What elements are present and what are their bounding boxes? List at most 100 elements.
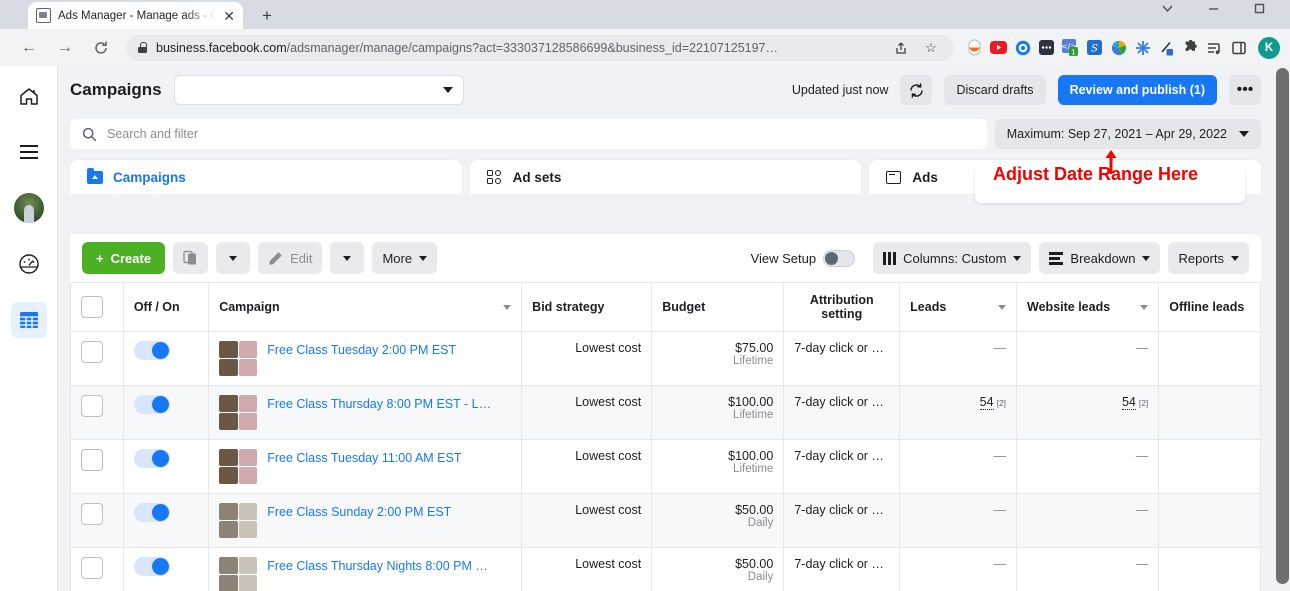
campaign-on-off-toggle[interactable] [133, 395, 170, 414]
circle-extension-icon[interactable] [1012, 37, 1033, 58]
table-row[interactable]: Free Class Tuesday 11:00 AM EST Lowest c… [70, 439, 1261, 494]
asterisk-extension-icon[interactable] [1132, 37, 1153, 58]
dark-dots-extension-icon[interactable] [1036, 37, 1057, 58]
window-minimize-button[interactable] [1190, 0, 1236, 22]
view-setup-toggle[interactable]: View Setup [741, 242, 866, 274]
search-input[interactable]: Search and filter [70, 119, 987, 149]
back-icon[interactable]: ← [14, 33, 44, 63]
campaign-on-off-toggle[interactable] [133, 449, 170, 468]
breakdown-button[interactable]: Breakdown [1039, 242, 1161, 274]
tab-campaigns[interactable]: Campaigns [70, 160, 462, 194]
edit-dropdown-button[interactable] [330, 242, 365, 274]
row-toggle-cell[interactable] [122, 439, 210, 494]
row-checkbox-cell[interactable] [70, 331, 124, 386]
browser-tab-active[interactable]: Ads Manager - Manage ads - Ca ✕ [28, 2, 243, 29]
review-and-publish-button[interactable]: Review and publish (1) [1057, 75, 1217, 105]
color-wheel-extension-icon[interactable] [1108, 37, 1129, 58]
code-extension-icon[interactable]: </> 1 [1060, 37, 1081, 58]
budget-amount: $100.00 [728, 449, 774, 463]
puzzle-extension-icon[interactable] [1180, 37, 1201, 58]
pen-extension-icon[interactable] [1156, 37, 1177, 58]
row-checkbox[interactable] [81, 557, 103, 579]
budget-amount: $75.00 [735, 341, 774, 355]
tab-adsets[interactable]: Ad sets [469, 160, 862, 194]
campaign-name-link[interactable]: Free Class Tuesday 11:00 AM EST [267, 449, 511, 467]
campaign-name-link[interactable]: Free Class Thursday 8:00 PM EST - L… [267, 395, 511, 413]
select-all-header[interactable] [70, 282, 124, 332]
row-checkbox[interactable] [81, 449, 103, 471]
row-checkbox-cell[interactable] [70, 439, 124, 494]
select-all-checkbox[interactable] [81, 296, 103, 318]
more-options-button[interactable]: ••• [1229, 75, 1261, 105]
page-header: Campaigns Updated just now Discard draft… [58, 66, 1275, 114]
sidebar-item-home[interactable] [11, 78, 47, 114]
row-attribution-cell: 7-day click or … [783, 385, 901, 440]
sidebar-item-menu[interactable] [11, 134, 47, 170]
refresh-icon[interactable] [900, 75, 933, 105]
pill-extension-icon[interactable] [964, 37, 985, 58]
reload-icon[interactable] [86, 33, 116, 63]
youtube-extension-icon[interactable] [988, 37, 1009, 58]
window-maximize-button[interactable] [1236, 0, 1282, 22]
campaign-name-link[interactable]: Free Class Thursday Nights 8:00 PM … [267, 557, 511, 575]
row-bid-cell: Lowest cost [521, 439, 653, 494]
forward-icon[interactable]: → [50, 33, 80, 63]
row-toggle-cell[interactable] [122, 331, 210, 386]
url-bar[interactable]: business.facebook.com/adsmanager/manage/… [126, 34, 954, 61]
toggle-switch[interactable] [823, 249, 856, 267]
row-toggle-cell[interactable] [122, 547, 210, 591]
date-range-picker[interactable]: Maximum: Sep 27, 2021 – Apr 29, 2022 [994, 119, 1261, 149]
campaign-on-off-toggle[interactable] [133, 557, 170, 576]
row-campaign-cell: Free Class Tuesday 2:00 PM EST [208, 331, 523, 386]
sidebar-item-manage-ads[interactable] [10, 302, 47, 338]
column-header-website-leads[interactable]: Website leads [1016, 282, 1160, 332]
row-checkbox[interactable] [81, 341, 103, 363]
duplicate-button[interactable] [173, 242, 209, 274]
row-toggle-cell[interactable] [122, 385, 210, 440]
campaign-on-off-toggle[interactable] [133, 341, 170, 360]
account-select[interactable] [173, 75, 464, 105]
share-icon[interactable] [889, 37, 911, 59]
row-leads-cell: — [899, 493, 1018, 548]
window-chevron-icon[interactable] [1144, 0, 1190, 22]
row-checkbox-cell[interactable] [70, 385, 124, 440]
page-scrollbar-thumb[interactable] [1276, 68, 1289, 584]
blue-s-extension-icon[interactable]: S [1084, 37, 1105, 58]
bookmark-star-icon[interactable]: ☆ [920, 37, 942, 59]
reports-button[interactable]: Reports [1168, 242, 1249, 274]
row-website-leads-cell: 54 [2] [1016, 385, 1160, 440]
row-checkbox[interactable] [81, 503, 103, 525]
website-leads-value[interactable]: 54 [1121, 395, 1136, 410]
sidepanel-extension-icon[interactable] [1228, 37, 1249, 58]
discard-drafts-button[interactable]: Discard drafts [944, 75, 1046, 105]
sidebar-item-account[interactable] [11, 190, 47, 226]
campaign-on-off-toggle[interactable] [133, 503, 170, 522]
create-button[interactable]: + Create [82, 242, 166, 274]
columns-button[interactable]: Columns: Custom [873, 242, 1032, 274]
column-header-leads[interactable]: Leads [899, 282, 1018, 332]
row-checkbox-cell[interactable] [70, 493, 124, 548]
column-header-campaign[interactable]: Campaign [208, 282, 523, 332]
row-toggle-cell[interactable] [122, 493, 210, 548]
edit-button[interactable]: Edit [258, 242, 323, 274]
leads-value[interactable]: 54 [979, 395, 994, 410]
more-button[interactable]: More [372, 242, 438, 274]
campaign-thumbnail [219, 449, 258, 484]
table-row[interactable]: Free Class Thursday 8:00 PM EST - L… Low… [70, 385, 1261, 440]
sidebar-item-performance[interactable] [11, 246, 47, 282]
edit-label: Edit [290, 250, 313, 266]
browser-omnibox-row: ← → business.facebook.com/adsmanager/man… [0, 29, 1290, 66]
duplicate-dropdown-button[interactable] [216, 242, 251, 274]
row-checkbox[interactable] [81, 395, 103, 417]
campaign-name-link[interactable]: Free Class Tuesday 2:00 PM EST [267, 341, 511, 359]
browser-profile-avatar[interactable]: K [1258, 36, 1280, 59]
close-icon[interactable]: ✕ [223, 9, 235, 23]
table-row[interactable]: Free Class Sunday 2:00 PM EST Lowest cos… [70, 493, 1261, 548]
list-music-extension-icon[interactable] [1204, 37, 1225, 58]
row-checkbox-cell[interactable] [70, 547, 124, 591]
new-tab-button[interactable]: + [255, 5, 279, 27]
table-row[interactable]: Free Class Tuesday 2:00 PM EST Lowest co… [70, 331, 1261, 386]
campaign-name-link[interactable]: Free Class Sunday 2:00 PM EST [267, 503, 511, 521]
page-scrollbar[interactable] [1275, 66, 1290, 591]
table-row[interactable]: Free Class Thursday Nights 8:00 PM … Low… [70, 547, 1261, 591]
